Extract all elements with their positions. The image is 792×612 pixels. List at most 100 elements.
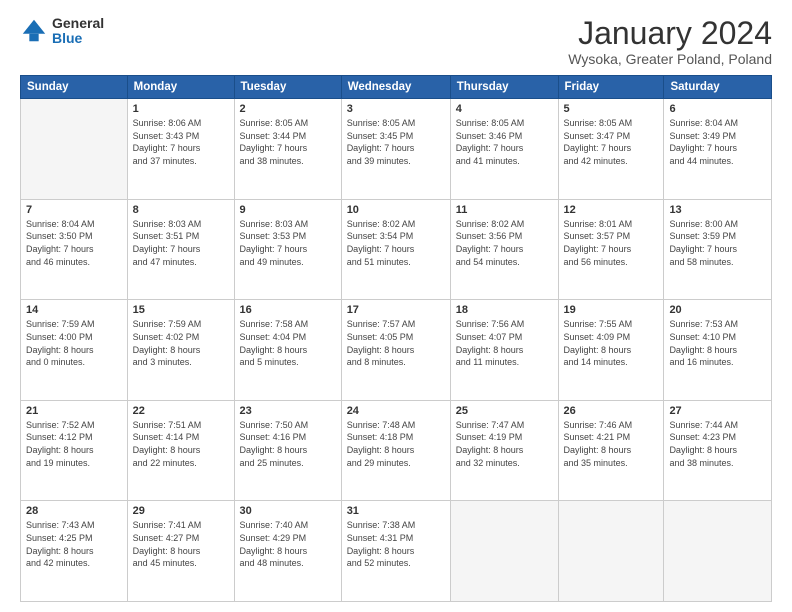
calendar-cell: 1 Sunrise: 8:06 AM Sunset: 3:43 PM Daylig… [127, 99, 234, 200]
calendar-cell: 27 Sunrise: 7:44 AM Sunset: 4:23 PM Dayli… [664, 400, 772, 501]
calendar-cell: 21Sunrise: 7:52 AM Sunset: 4:12 PM Dayli… [21, 400, 128, 501]
day-info: Sunrise: 8:00 AM Sunset: 3:59 PM Dayligh… [669, 218, 766, 268]
calendar-body: 1 Sunrise: 8:06 AM Sunset: 3:43 PM Daylig… [21, 99, 772, 602]
calendar-cell: 12 Sunrise: 8:01 AM Sunset: 3:57 PM Dayli… [558, 199, 664, 300]
calendar-cell: 29 Sunrise: 7:41 AM Sunset: 4:27 PM Dayli… [127, 501, 234, 602]
day-info: Sunrise: 8:05 AM Sunset: 3:47 PM Dayligh… [564, 117, 659, 167]
calendar-cell: 5Sunrise: 8:05 AM Sunset: 3:47 PM Daylig… [558, 99, 664, 200]
day-info: Sunrise: 7:57 AM Sunset: 4:05 PM Dayligh… [347, 318, 445, 368]
day-number: 23 [240, 405, 336, 417]
col-sunday: Sunday [21, 76, 128, 99]
calendar-week-4: 21Sunrise: 7:52 AM Sunset: 4:12 PM Dayli… [21, 400, 772, 501]
day-info: Sunrise: 8:02 AM Sunset: 3:54 PM Dayligh… [347, 218, 445, 268]
day-number: 31 [347, 505, 445, 517]
day-number: 6 [669, 103, 766, 115]
calendar-cell: 17 Sunrise: 7:57 AM Sunset: 4:05 PM Dayli… [341, 300, 450, 401]
day-info: Sunrise: 8:03 AM Sunset: 3:51 PM Dayligh… [133, 218, 229, 268]
day-info: Sunrise: 8:04 AM Sunset: 3:49 PM Dayligh… [669, 117, 766, 167]
day-number: 8 [133, 204, 229, 216]
day-number: 13 [669, 204, 766, 216]
day-number: 15 [133, 304, 229, 316]
day-number: 12 [564, 204, 659, 216]
header: General Blue January 2024 Wysoka, Greate… [20, 16, 772, 67]
day-info: Sunrise: 7:43 AM Sunset: 4:25 PM Dayligh… [26, 519, 122, 569]
day-number: 14 [26, 304, 122, 316]
calendar-cell: 22Sunrise: 7:51 AM Sunset: 4:14 PM Dayli… [127, 400, 234, 501]
logo: General Blue [20, 16, 104, 47]
day-number: 28 [26, 505, 122, 517]
calendar-cell: 10 Sunrise: 8:02 AM Sunset: 3:54 PM Dayli… [341, 199, 450, 300]
logo-icon [20, 17, 48, 45]
page: General Blue January 2024 Wysoka, Greate… [0, 0, 792, 612]
calendar-cell: 2 Sunrise: 8:05 AM Sunset: 3:44 PM Daylig… [234, 99, 341, 200]
location-subtitle: Wysoka, Greater Poland, Poland [568, 51, 772, 67]
calendar-cell: 24Sunrise: 7:48 AM Sunset: 4:18 PM Dayli… [341, 400, 450, 501]
calendar-cell: 13 Sunrise: 8:00 AM Sunset: 3:59 PM Dayli… [664, 199, 772, 300]
col-friday: Friday [558, 76, 664, 99]
header-row: Sunday Monday Tuesday Wednesday Thursday… [21, 76, 772, 99]
calendar-cell: 19 Sunrise: 7:55 AM Sunset: 4:09 PM Dayli… [558, 300, 664, 401]
day-info: Sunrise: 7:40 AM Sunset: 4:29 PM Dayligh… [240, 519, 336, 569]
calendar-cell: 25 Sunrise: 7:47 AM Sunset: 4:19 PM Dayli… [450, 400, 558, 501]
calendar-week-3: 14 Sunrise: 7:59 AM Sunset: 4:00 PM Dayli… [21, 300, 772, 401]
calendar-cell: 6 Sunrise: 8:04 AM Sunset: 3:49 PM Daylig… [664, 99, 772, 200]
calendar-cell: 9Sunrise: 8:03 AM Sunset: 3:53 PM Daylig… [234, 199, 341, 300]
month-title: January 2024 [568, 16, 772, 51]
day-number: 4 [456, 103, 553, 115]
day-number: 25 [456, 405, 553, 417]
day-number: 16 [240, 304, 336, 316]
calendar-table: Sunday Monday Tuesday Wednesday Thursday… [20, 75, 772, 602]
day-info: Sunrise: 8:01 AM Sunset: 3:57 PM Dayligh… [564, 218, 659, 268]
day-info: Sunrise: 7:58 AM Sunset: 4:04 PM Dayligh… [240, 318, 336, 368]
day-number: 10 [347, 204, 445, 216]
calendar-cell [450, 501, 558, 602]
calendar-cell: 3Sunrise: 8:05 AM Sunset: 3:45 PM Daylig… [341, 99, 450, 200]
col-saturday: Saturday [664, 76, 772, 99]
day-info: Sunrise: 7:48 AM Sunset: 4:18 PM Dayligh… [347, 419, 445, 469]
day-info: Sunrise: 7:53 AM Sunset: 4:10 PM Dayligh… [669, 318, 766, 368]
day-info: Sunrise: 8:05 AM Sunset: 3:44 PM Dayligh… [240, 117, 336, 167]
day-info: Sunrise: 7:47 AM Sunset: 4:19 PM Dayligh… [456, 419, 553, 469]
day-info: Sunrise: 8:05 AM Sunset: 3:45 PM Dayligh… [347, 117, 445, 167]
day-info: Sunrise: 8:02 AM Sunset: 3:56 PM Dayligh… [456, 218, 553, 268]
calendar-cell [21, 99, 128, 200]
logo-text: General Blue [52, 16, 104, 47]
calendar-cell: 30Sunrise: 7:40 AM Sunset: 4:29 PM Dayli… [234, 501, 341, 602]
logo-blue: Blue [52, 31, 104, 46]
col-wednesday: Wednesday [341, 76, 450, 99]
day-info: Sunrise: 7:56 AM Sunset: 4:07 PM Dayligh… [456, 318, 553, 368]
title-block: January 2024 Wysoka, Greater Poland, Pol… [568, 16, 772, 67]
col-monday: Monday [127, 76, 234, 99]
day-number: 19 [564, 304, 659, 316]
calendar-cell: 28 Sunrise: 7:43 AM Sunset: 4:25 PM Dayli… [21, 501, 128, 602]
day-number: 22 [133, 405, 229, 417]
calendar-cell: 23Sunrise: 7:50 AM Sunset: 4:16 PM Dayli… [234, 400, 341, 501]
day-info: Sunrise: 7:41 AM Sunset: 4:27 PM Dayligh… [133, 519, 229, 569]
calendar-week-2: 7Sunrise: 8:04 AM Sunset: 3:50 PM Daylig… [21, 199, 772, 300]
day-info: Sunrise: 7:55 AM Sunset: 4:09 PM Dayligh… [564, 318, 659, 368]
day-number: 20 [669, 304, 766, 316]
day-info: Sunrise: 8:06 AM Sunset: 3:43 PM Dayligh… [133, 117, 229, 167]
calendar-cell [664, 501, 772, 602]
day-number: 1 [133, 103, 229, 115]
day-number: 26 [564, 405, 659, 417]
calendar-cell: 8 Sunrise: 8:03 AM Sunset: 3:51 PM Daylig… [127, 199, 234, 300]
day-number: 17 [347, 304, 445, 316]
day-info: Sunrise: 7:46 AM Sunset: 4:21 PM Dayligh… [564, 419, 659, 469]
day-info: Sunrise: 7:59 AM Sunset: 4:00 PM Dayligh… [26, 318, 122, 368]
day-info: Sunrise: 7:44 AM Sunset: 4:23 PM Dayligh… [669, 419, 766, 469]
calendar-cell: 20 Sunrise: 7:53 AM Sunset: 4:10 PM Dayli… [664, 300, 772, 401]
day-number: 21 [26, 405, 122, 417]
calendar-cell: 26 Sunrise: 7:46 AM Sunset: 4:21 PM Dayli… [558, 400, 664, 501]
day-number: 29 [133, 505, 229, 517]
calendar-cell: 31 Sunrise: 7:38 AM Sunset: 4:31 PM Dayli… [341, 501, 450, 602]
calendar-cell: 18Sunrise: 7:56 AM Sunset: 4:07 PM Dayli… [450, 300, 558, 401]
col-thursday: Thursday [450, 76, 558, 99]
day-info: Sunrise: 7:38 AM Sunset: 4:31 PM Dayligh… [347, 519, 445, 569]
calendar-week-1: 1 Sunrise: 8:06 AM Sunset: 3:43 PM Daylig… [21, 99, 772, 200]
day-number: 27 [669, 405, 766, 417]
col-tuesday: Tuesday [234, 76, 341, 99]
calendar-cell [558, 501, 664, 602]
day-number: 2 [240, 103, 336, 115]
day-info: Sunrise: 8:05 AM Sunset: 3:46 PM Dayligh… [456, 117, 553, 167]
